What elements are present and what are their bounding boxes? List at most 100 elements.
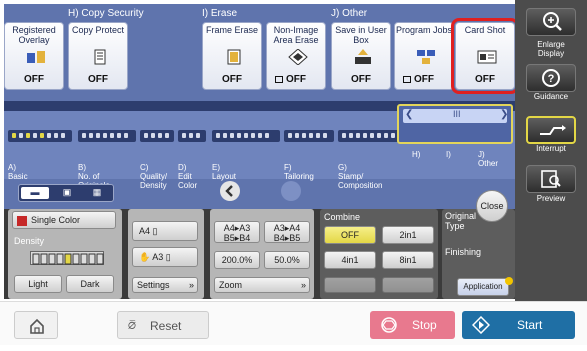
combine-option-disabled xyxy=(382,277,434,293)
scroll-left-icon[interactable]: ❮ xyxy=(405,109,413,120)
single-color-button[interactable]: Single Color xyxy=(12,211,116,229)
dark-button[interactable]: Dark xyxy=(66,275,114,293)
button-state: OFF xyxy=(475,74,495,85)
zoom-50-button[interactable]: 50.0% xyxy=(264,251,310,269)
portrait-paper-icon: ▯ xyxy=(165,252,171,262)
state-text: OFF xyxy=(286,74,306,85)
frame-erase-button[interactable]: Frame Erase OFF xyxy=(202,22,262,90)
finishing-label[interactable]: Finishing xyxy=(445,247,481,257)
card-shot-button[interactable]: Card Shot OFF xyxy=(451,18,515,94)
combine-title: Combine xyxy=(324,212,361,222)
tab-stamp[interactable]: G) Stamp/ Composition xyxy=(338,121,404,190)
section-erase: I) Erase xyxy=(202,8,238,19)
interrupt-button[interactable] xyxy=(526,116,576,144)
previous-page-icon[interactable] xyxy=(220,181,240,201)
button-state: OFF xyxy=(222,74,242,85)
reset-button[interactable]: ⦱ Reset xyxy=(117,311,209,339)
stop-icon xyxy=(381,317,397,333)
tab-other[interactable]: J) Other xyxy=(478,141,512,168)
application-button[interactable]: Application xyxy=(457,278,509,296)
interrupt-label: Interrupt xyxy=(536,144,566,153)
button-label: Settings xyxy=(137,280,170,290)
paper-tray-1-button[interactable]: A4 ▯ xyxy=(132,221,198,241)
paper-tray-2-button[interactable]: ✋ A3 ▯ xyxy=(132,247,198,267)
combine-option-disabled xyxy=(324,277,376,293)
zoom-200-button[interactable]: 200.0% xyxy=(214,251,260,269)
grid-view-icon[interactable]: ▦ xyxy=(83,187,111,199)
button-state: OFF xyxy=(275,74,325,85)
start-icon xyxy=(472,316,490,334)
tab-basic[interactable]: A) Basic xyxy=(8,121,72,181)
combine-2in1-button[interactable]: 2in1 xyxy=(382,226,434,244)
tab-indicator xyxy=(78,130,136,142)
paper-size: A4 xyxy=(139,226,151,236)
save-in-user-box-button[interactable]: Save in User Box OFF xyxy=(331,22,391,90)
tab-layout[interactable]: E) Layout xyxy=(212,121,280,181)
card-view-icon[interactable]: ▣ xyxy=(53,187,81,199)
tab-label: F) Tailoring xyxy=(284,163,314,181)
button-label: Reset xyxy=(150,319,182,333)
tab-indicator xyxy=(212,130,280,142)
magnifier-icon xyxy=(543,12,562,31)
non-image-area-erase-button[interactable]: Non-Image Area Erase OFF xyxy=(266,22,326,90)
paper-settings-button[interactable]: Settings » xyxy=(132,277,198,293)
portrait-paper-icon: ▯ xyxy=(152,226,158,236)
button-label: Card Shot xyxy=(464,25,506,35)
preview-icon xyxy=(541,170,561,188)
right-sidebar: Enlarge Display ? Guidance Interrupt Pre… xyxy=(515,0,587,301)
scroll-thumb-icon[interactable]: III xyxy=(453,109,461,119)
tab-label: A) Basic xyxy=(8,163,28,181)
tab-tailoring[interactable]: F) Tailoring xyxy=(284,121,334,181)
density-title: Density xyxy=(14,236,45,246)
notification-dot-icon xyxy=(505,277,513,285)
save-user-box-icon xyxy=(355,49,371,64)
close-button[interactable]: Close xyxy=(476,190,508,222)
combine-off-button[interactable]: OFF xyxy=(324,226,376,244)
button-label: Frame Erase xyxy=(205,25,258,35)
app-panel: H) Copy Security I) Erase J) Other Regis… xyxy=(4,4,515,209)
tab-label: G) Stamp/ Composition xyxy=(338,163,383,190)
preview-button[interactable] xyxy=(526,165,576,193)
list-view-icon[interactable]: ▬ xyxy=(21,187,49,199)
zoom-a3-a4-button[interactable]: A3▸A4 B4▸B5 xyxy=(264,221,310,243)
tab-quality[interactable]: C) Quality/ Density xyxy=(140,121,174,190)
tab-originals[interactable]: B) No. of Originals xyxy=(78,121,136,190)
enlarge-display-label: Enlarge Display xyxy=(537,40,565,58)
enlarge-display-button[interactable] xyxy=(526,8,576,36)
start-button[interactable]: Start xyxy=(462,311,575,339)
lower-panel: Single Color Density Light Dark A4 ▯ ✋ A… xyxy=(4,209,515,299)
tab-indicator xyxy=(8,130,72,142)
registered-overlay-button[interactable]: Registered Overlay OFF xyxy=(4,22,64,90)
next-page-icon xyxy=(281,181,301,201)
button-label: Zoom xyxy=(219,280,243,290)
view-toggle[interactable]: ▬ ▣ ▦ xyxy=(18,184,114,202)
button-state: OFF xyxy=(24,74,44,85)
tab-scrollbar[interactable]: ❮ ❯ III xyxy=(397,104,513,144)
section-copy-security: H) Copy Security xyxy=(68,8,144,19)
preview-label: Preview xyxy=(536,194,566,203)
light-button[interactable]: Light xyxy=(14,275,62,293)
guidance-button[interactable]: ? xyxy=(526,64,576,92)
density-scale[interactable] xyxy=(30,251,104,265)
double-arrow-icon: » xyxy=(300,280,306,290)
combine-4in1-button[interactable]: 4in1 xyxy=(324,251,376,269)
tab-edit-color[interactable]: D) Edit Color xyxy=(178,121,206,190)
stop-button[interactable]: Stop xyxy=(370,311,455,339)
button-label: Stop xyxy=(412,318,437,332)
copy-protect-button[interactable]: Copy Protect OFF xyxy=(68,22,128,90)
button-state: OFF xyxy=(88,74,108,85)
home-button[interactable] xyxy=(14,311,58,339)
state-text: OFF xyxy=(414,74,434,85)
scroll-right-icon[interactable]: ❯ xyxy=(500,109,508,120)
zoom-button[interactable]: Zoom » xyxy=(214,277,310,293)
tab-indicator xyxy=(338,130,404,142)
zoom-a4-a3-button[interactable]: A4▸A3 B5▸B4 xyxy=(214,221,260,243)
double-arrow-icon: » xyxy=(188,280,194,290)
copy-protect-icon xyxy=(94,49,106,65)
button-label: Start xyxy=(517,318,543,332)
tab-label: J) Other xyxy=(478,150,499,168)
reset-icon: ⦱ xyxy=(128,320,136,332)
program-jobs-button[interactable]: Program Jobs OFF xyxy=(394,22,454,90)
svg-text:?: ? xyxy=(548,73,555,85)
combine-8in1-button[interactable]: 8in1 xyxy=(382,251,434,269)
